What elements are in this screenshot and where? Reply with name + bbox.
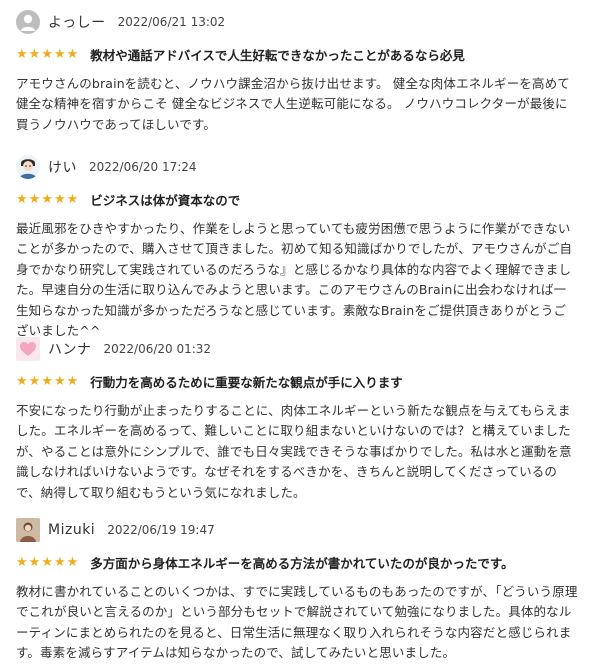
- review-header: ハンナ 2022/06/20 01:32: [16, 337, 211, 361]
- rating-row: ★ ★ ★ ★ ★ ビジネスは体が資本なので: [16, 189, 240, 209]
- star-rating: ★ ★ ★ ★ ★: [16, 556, 78, 569]
- review-list: よっしー 2022/06/21 13:02 ★ ★ ★ ★ ★ 教材や通話アドバ…: [0, 0, 591, 670]
- rating-row: ★ ★ ★ ★ ★ 行動力を高めるために重要な新たな観点が手に入ります: [16, 371, 403, 391]
- star-icon: ★: [66, 373, 79, 389]
- reviewer-name[interactable]: Mizuki: [48, 522, 95, 538]
- review-body: 教材に書かれていることのいくつかは、すでに実践しているものもあったのですが、「ど…: [16, 584, 578, 661]
- review-date: 2022/06/20 17:24: [89, 160, 197, 174]
- star-icon: ★: [53, 191, 66, 207]
- review-title: ビジネスは体が資本なので: [90, 192, 241, 208]
- star-rating: ★ ★ ★ ★ ★: [16, 193, 78, 206]
- review-title: 教材や通話アドバイスで人生好転できなかったことがあるなら必見: [90, 47, 465, 63]
- default-user-icon[interactable]: [16, 10, 40, 34]
- star-icon: ★: [28, 191, 41, 207]
- photo-avatar-icon[interactable]: [16, 518, 40, 542]
- rating-row: ★ ★ ★ ★ ★ 教材や通話アドバイスで人生好転できなかったことがあるなら必見: [16, 44, 465, 64]
- star-icon: ★: [16, 46, 28, 62]
- star-icon: ★: [41, 46, 53, 62]
- star-rating: ★ ★ ★ ★ ★: [16, 375, 78, 388]
- reviewer-name[interactable]: けい: [48, 157, 77, 177]
- star-icon: ★: [16, 373, 28, 389]
- star-icon: ★: [16, 554, 28, 570]
- star-icon: ★: [53, 46, 66, 62]
- star-icon: ★: [28, 373, 41, 389]
- review-date: 2022/06/19 19:47: [107, 523, 215, 537]
- reviewer-name[interactable]: ハンナ: [48, 339, 92, 359]
- review-title: 行動力を高めるために重要な新たな観点が手に入ります: [90, 374, 403, 390]
- review-body: 不安になったり行動が止まったりすることに、肉体エネルギーという新たな観点を与えて…: [16, 403, 572, 500]
- star-icon: ★: [66, 191, 79, 207]
- star-icon: ★: [28, 554, 41, 570]
- review-header: Mizuki 2022/06/19 19:47: [16, 518, 215, 542]
- star-icon: ★: [66, 46, 79, 62]
- star-icon: ★: [53, 373, 66, 389]
- review-header: よっしー 2022/06/21 13:02: [16, 10, 225, 34]
- review-body: 最近風邪をひきやすかったり、作業をしようと思っていても疲労困憊で思うように作業が…: [16, 221, 573, 339]
- star-icon: ★: [53, 554, 66, 570]
- star-icon: ★: [41, 191, 53, 207]
- reviewer-name[interactable]: よっしー: [48, 12, 106, 32]
- review-title: 多方面から身体エネルギーを高める方法が書かれていたのが良かったです。: [90, 555, 514, 571]
- illustrated-person-icon[interactable]: [16, 155, 40, 179]
- star-icon: ★: [41, 373, 53, 389]
- star-icon: ★: [16, 191, 28, 207]
- star-icon: ★: [28, 46, 41, 62]
- star-rating: ★ ★ ★ ★ ★: [16, 48, 78, 61]
- review-body: アモウさんのbrainを読むと、ノウハウ課金沼から抜け出せます。 健全な肉体エネ…: [16, 76, 570, 132]
- rating-row: ★ ★ ★ ★ ★ 多方面から身体エネルギーを高める方法が書かれていたのが良かっ…: [16, 552, 514, 572]
- star-icon: ★: [66, 554, 79, 570]
- pink-heart-icon[interactable]: [16, 337, 40, 361]
- review-header: けい 2022/06/20 17:24: [16, 155, 197, 179]
- review-date: 2022/06/20 01:32: [103, 342, 212, 356]
- star-icon: ★: [41, 554, 53, 570]
- review-date: 2022/06/21 13:02: [117, 15, 226, 29]
